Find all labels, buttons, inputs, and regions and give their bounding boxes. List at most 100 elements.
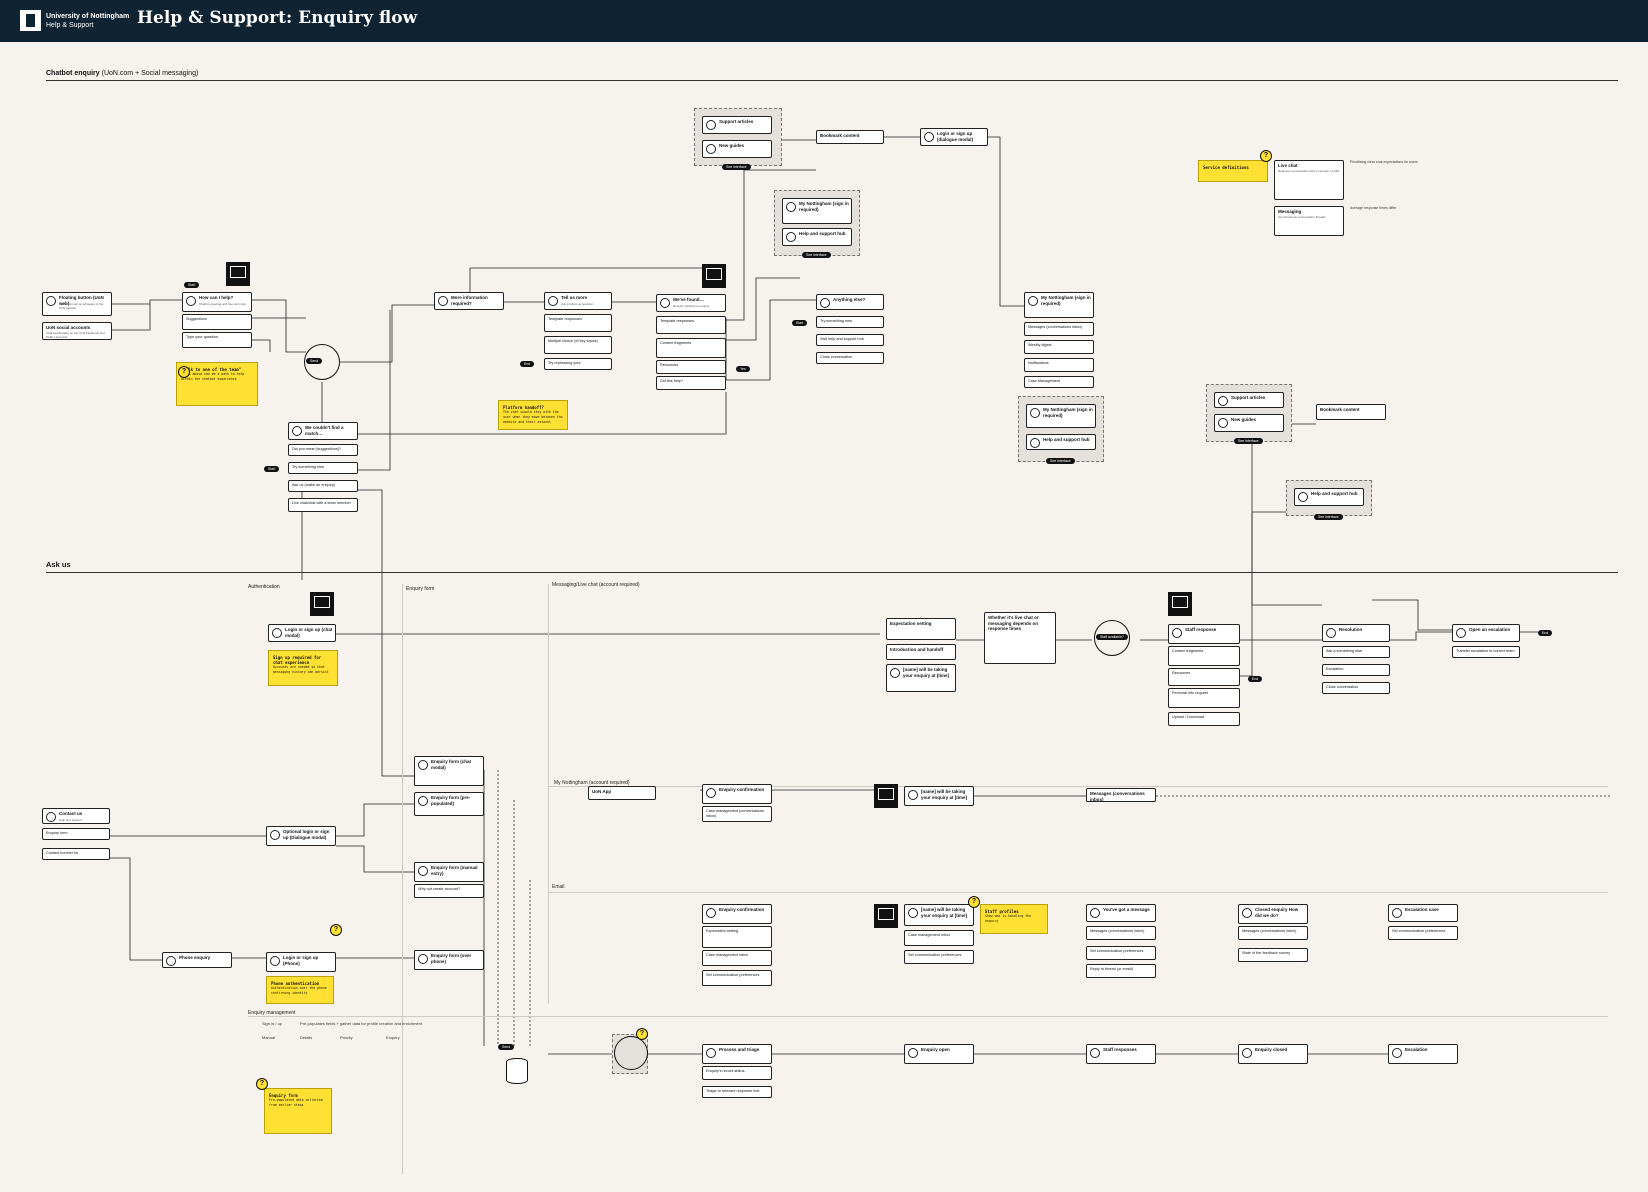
my-nottingham-main-node[interactable]: My Nottingham (sign in required): [1024, 292, 1094, 318]
did-you-mean-row[interactable]: Did you mean [suggestions]?: [288, 444, 358, 456]
set-comm-prefs-3-row[interactable]: Set communication preferences: [1086, 946, 1156, 960]
login-signup-chat-node[interactable]: Login or sign up (chat modal): [268, 624, 336, 642]
process-triage-node[interactable]: Process and triage: [702, 1044, 772, 1064]
ask-us-row[interactable]: Ask us (make an enquiry): [288, 480, 358, 492]
create-account-row[interactable]: Why not create account?: [414, 884, 484, 898]
set-comm-prefs-2-row[interactable]: Set communication preferences: [904, 950, 974, 964]
closed-enquiry-node[interactable]: Closed enquiry How did we do?: [1238, 904, 1308, 924]
upload-download-row[interactable]: Upload / Download: [1168, 712, 1240, 726]
try-something-new-row[interactable]: Try something new: [816, 316, 884, 328]
messages-inbox-node[interactable]: Messages (conversations inbox): [1086, 788, 1156, 802]
help-support-hub-node[interactable]: Help and support hub: [782, 228, 852, 246]
set-comm-prefs-row[interactable]: Set communication preferences: [702, 970, 772, 986]
introduction-node[interactable]: Introduction and handoff: [886, 644, 956, 660]
triage-relevant-row[interactable]: Triage to relevant response hub: [702, 1086, 772, 1098]
case-management-inbox-row[interactable]: Case management (conversations inbox): [702, 806, 772, 822]
resolution-node[interactable]: Resolution: [1322, 624, 1390, 642]
content-fragments-row[interactable]: Content fragments: [1168, 646, 1240, 666]
messages-inbox-3-row[interactable]: Messages (conversations inbox): [1238, 926, 1308, 940]
screen-icon[interactable]: [874, 904, 898, 928]
resources-row[interactable]: Resources: [1168, 668, 1240, 686]
transfer-escalation-row[interactable]: Transfer escalation to correct team: [1452, 646, 1520, 658]
try-something-else-row[interactable]: Try something else: [288, 462, 358, 474]
ask-something-else-row[interactable]: Ask a something else: [1322, 646, 1390, 658]
help-hub-2-node[interactable]: Help and support hub: [1026, 434, 1096, 450]
bookmark-content-node[interactable]: Bookmark content: [816, 130, 884, 144]
notifications-row[interactable]: Notifications: [1024, 358, 1094, 372]
close-conversation-row[interactable]: Close conversation: [816, 352, 884, 364]
open-escalation-node[interactable]: Open an escalation: [1452, 624, 1520, 642]
form-phone-node[interactable]: Enquiry form (over phone): [414, 950, 484, 970]
enquiry-closed-node[interactable]: Enquiry closed: [1238, 1044, 1308, 1064]
weekly-digest-row[interactable]: Weekly digest: [1024, 340, 1094, 354]
messages-conv-row[interactable]: Messages (conversations inbox): [1024, 322, 1094, 336]
taking-enquiry-email-node[interactable]: [name] will be taking your enquiry at [t…: [904, 904, 974, 926]
try-rephrasing-row[interactable]: Try rephrasing your: [544, 358, 612, 370]
my-nottingham-signin-node[interactable]: My Nottingham (sign in required): [782, 198, 852, 224]
contact-number-row[interactable]: Contact number for: [42, 848, 110, 860]
content-fragments-row[interactable]: Content fragments: [656, 338, 726, 358]
taking-enquiry-2-node[interactable]: [name] will be taking your enquiry at [t…: [904, 786, 974, 806]
staff-response-node[interactable]: Staff response: [1168, 624, 1240, 644]
live-chat-row[interactable]: Live chat/chat with a team member: [288, 498, 358, 512]
escalation-row[interactable]: Escalation: [1322, 664, 1390, 676]
did-this-help-row[interactable]: Did this help?: [656, 376, 726, 390]
case-mgmt-inbox-row[interactable]: Case management inbox: [702, 950, 772, 966]
new-guides-2-node[interactable]: New guides: [1214, 414, 1284, 432]
escalation-mgmt-node[interactable]: Escalation: [1388, 1044, 1458, 1064]
enquiry-confirmation-node[interactable]: Enquiry confirmation: [702, 784, 772, 804]
anything-else-node[interactable]: Anything else?: [816, 294, 884, 310]
uon-app-node[interactable]: UoN App: [588, 786, 656, 800]
enquiry-open-node[interactable]: Enquiry open: [904, 1044, 974, 1064]
type-question-row[interactable]: Type your question: [182, 332, 252, 348]
tell-us-more-node[interactable]: Tell us more Ask a follow up question: [544, 292, 612, 310]
expectation-email-row[interactable]: Expectation setting: [702, 926, 772, 948]
close-conversation-row[interactable]: Close conversation: [1322, 682, 1390, 694]
uon-social-node[interactable]: UoN social accounts Chat functionality on…: [42, 322, 112, 340]
optional-login-node[interactable]: Optional login or sign up (Dialogue moda…: [266, 826, 336, 846]
template-responses-row[interactable]: Template responses: [656, 316, 726, 334]
enquiry-form-row[interactable]: Enquiry form: [42, 828, 110, 840]
personal-info-row[interactable]: Personal info request: [1168, 688, 1240, 708]
couldnt-find-node[interactable]: We couldn't find a match…: [288, 422, 358, 440]
more-info-node[interactable]: More information required?: [434, 292, 504, 310]
form-chat-node[interactable]: Enquiry form (chat modal): [414, 756, 484, 786]
screen-icon[interactable]: [702, 264, 726, 288]
screen-icon[interactable]: [226, 262, 250, 286]
case-management-row[interactable]: Case Management: [1024, 376, 1094, 388]
set-comm-prefs-4-row[interactable]: Set communication preferences: [1388, 926, 1458, 940]
bookmark-content-2-node[interactable]: Bookmark content: [1316, 404, 1386, 420]
help-hub-3-node[interactable]: Help and support hub: [1294, 488, 1364, 506]
state-feedback-row[interactable]: State of the feedback survey: [1238, 948, 1308, 962]
my-nottingham-2-node[interactable]: My Nottingham (sign in required): [1026, 404, 1096, 428]
resources-row[interactable]: Resources: [656, 360, 726, 374]
floating-button-node[interactable]: Floating button (UoN web) Visible prompt …: [42, 292, 112, 316]
enquirys-record-row[interactable]: Enquiry's record status: [702, 1066, 772, 1080]
login-phone-node[interactable]: Login or sign up (Phone): [266, 952, 336, 972]
reply-thread-row[interactable]: Reply to thread (or email): [1086, 964, 1156, 978]
we-found-node[interactable]: We've found… Results matched to enquiry: [656, 294, 726, 312]
login-signup-modal-node[interactable]: Login or sign up (dialogue modal): [920, 128, 988, 146]
staff-responses-node[interactable]: Staff responses: [1086, 1044, 1156, 1064]
email-confirmation-node[interactable]: Enquiry confirmation: [702, 904, 772, 924]
screen-icon[interactable]: [1168, 592, 1192, 616]
expectation-node[interactable]: Expectation setting: [886, 618, 956, 640]
taking-enquiry-node[interactable]: [name] will be taking your enquiry at [t…: [886, 664, 956, 692]
how-help-node[interactable]: How can I help? Chatbot greeting and free…: [182, 292, 252, 312]
form-manual-node[interactable]: Enquiry form (manual entry): [414, 862, 484, 882]
suggestions-row[interactable]: Suggestions: [182, 314, 252, 330]
multiple-choice-row[interactable]: Multiple choice (of key topics): [544, 336, 612, 354]
visit-help-row[interactable]: Visit help and support hub: [816, 334, 884, 346]
escalation-case-node[interactable]: Escalation case: [1388, 904, 1458, 922]
support-articles-2-node[interactable]: Support articles: [1214, 392, 1284, 408]
form-prepop-node[interactable]: Enquiry form (pre-populated): [414, 792, 484, 816]
case-management-inbox-2-row[interactable]: Case management inbox: [904, 930, 974, 946]
contact-us-node[interactable]: Contact us Help and support: [42, 808, 110, 824]
support-articles-node[interactable]: Support articles: [702, 116, 772, 134]
template-responses-row[interactable]: Template responses: [544, 314, 612, 332]
screen-icon[interactable]: [874, 784, 898, 808]
phone-enquiry-node[interactable]: Phone enquiry: [162, 952, 232, 968]
screen-icon[interactable]: [310, 592, 334, 616]
messages-inbox-2-row[interactable]: Messages (conversations inbox): [1086, 926, 1156, 940]
new-guides-node[interactable]: New guides: [702, 140, 772, 158]
